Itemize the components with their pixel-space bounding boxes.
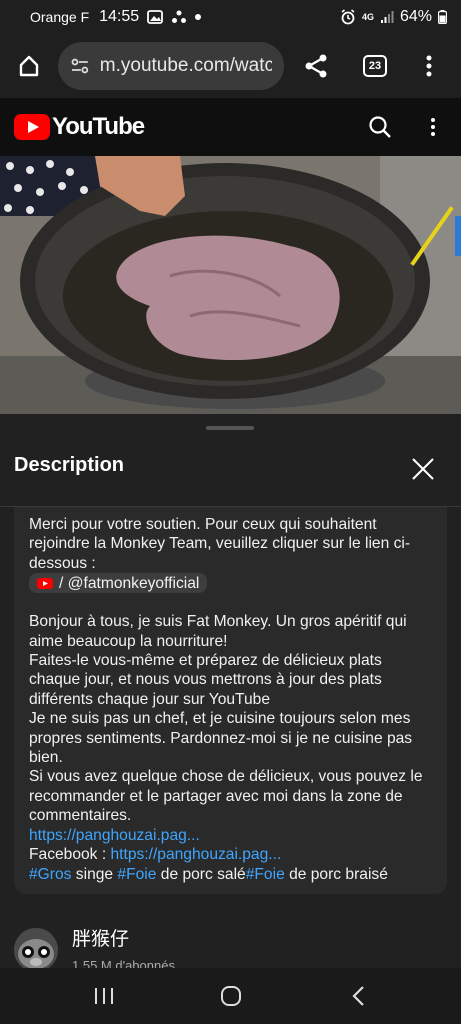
drag-handle[interactable] bbox=[206, 426, 254, 430]
carrier-name: Orange F bbox=[30, 9, 90, 25]
hashtag-link[interactable]: #Foie bbox=[117, 866, 156, 883]
channel-link-chip[interactable]: / @fatmonkeyofficial bbox=[29, 573, 208, 594]
description-paragraph-1: Bonjour à tous, je suis Fat Monkey. Un g… bbox=[29, 613, 407, 650]
hashtag-link[interactable]: #Gros bbox=[29, 866, 71, 883]
channel-handle: / @fatmonkeyofficial bbox=[59, 574, 200, 592]
youtube-wordmark: YouTube bbox=[52, 113, 145, 140]
share-icon bbox=[305, 54, 327, 78]
tab-count: 23 bbox=[363, 55, 387, 77]
home-nav-button[interactable] bbox=[201, 968, 261, 1024]
hashtag-link[interactable]: #Foie bbox=[246, 866, 285, 883]
back-chevron-icon bbox=[351, 986, 364, 1006]
battery-icon bbox=[438, 10, 447, 24]
facebook-label: Facebook : bbox=[29, 846, 111, 864]
network-type: 4G bbox=[361, 12, 374, 22]
url-text: m.youtube.com/watc bbox=[99, 55, 272, 76]
youtube-play-icon bbox=[14, 114, 50, 140]
browser-toolbar: m.youtube.com/watc 23 bbox=[0, 34, 461, 98]
tag-text: de porc braisé bbox=[284, 865, 388, 883]
recent-apps-button[interactable] bbox=[74, 968, 134, 1024]
more-vertical-icon bbox=[426, 55, 432, 77]
browser-menu-button[interactable] bbox=[404, 34, 454, 98]
monkey-avatar-icon bbox=[14, 928, 58, 968]
description-paragraph-2: Faites-le vous-même et préparez de délic… bbox=[29, 652, 382, 708]
home-circle-icon bbox=[220, 986, 241, 1006]
search-button[interactable] bbox=[355, 98, 405, 156]
clock: 14:55 bbox=[99, 8, 140, 25]
recent-apps-icon bbox=[94, 988, 113, 1004]
site-settings-icon[interactable] bbox=[70, 56, 90, 76]
panel-title: Description bbox=[14, 454, 125, 476]
channel-name[interactable]: 胖猴仔 bbox=[72, 928, 175, 952]
sync-notification-icon bbox=[171, 9, 187, 25]
home-button[interactable] bbox=[0, 34, 58, 98]
close-button[interactable] bbox=[404, 450, 442, 488]
website-link[interactable]: https://panghouzai.pag... bbox=[29, 827, 200, 844]
address-bar[interactable]: m.youtube.com/watc bbox=[58, 42, 284, 90]
share-button[interactable] bbox=[286, 34, 346, 98]
youtube-header: YouTube bbox=[0, 98, 461, 156]
video-player[interactable] bbox=[0, 156, 461, 414]
channel-avatar[interactable] bbox=[14, 928, 58, 968]
status-bar: Orange F 14:55 4G 64% bbox=[0, 0, 461, 34]
youtube-logo[interactable]: YouTube bbox=[14, 113, 145, 141]
home-icon bbox=[19, 55, 39, 77]
description-paragraph-4: Si vous avez quelque chose de délicieux,… bbox=[29, 768, 423, 825]
notification-dot-icon bbox=[195, 14, 202, 20]
youtube-play-icon bbox=[37, 577, 53, 589]
battery-level: 64% bbox=[399, 8, 432, 25]
youtube-menu-button[interactable] bbox=[405, 98, 461, 156]
subscriber-count: 1,55 M d'abonnés bbox=[72, 958, 175, 968]
channel-row[interactable]: 胖猴仔 1,55 M d'abonnés bbox=[14, 928, 447, 968]
tag-text: singe bbox=[71, 865, 118, 883]
back-button[interactable] bbox=[328, 968, 388, 1024]
gallery-notification-icon bbox=[147, 10, 164, 24]
tab-switcher-button[interactable]: 23 bbox=[346, 34, 404, 98]
intro-text: Merci pour votre soutien. Pour ceux qui … bbox=[29, 516, 411, 572]
signal-icon bbox=[380, 10, 394, 24]
more-vertical-icon bbox=[431, 118, 435, 136]
system-navigation-bar bbox=[0, 968, 461, 1024]
description-text-card: Merci pour votre soutien. Pour ceux qui … bbox=[14, 507, 447, 894]
alarm-icon bbox=[340, 9, 356, 25]
facebook-link[interactable]: https://panghouzai.pag... bbox=[110, 846, 281, 863]
search-icon bbox=[369, 116, 391, 138]
description-paragraph-3: Je ne suis pas un chef, et je cuisine to… bbox=[29, 710, 413, 767]
close-icon bbox=[412, 458, 434, 480]
tag-text: de porc salé bbox=[156, 865, 246, 883]
video-frame-image bbox=[0, 156, 461, 414]
